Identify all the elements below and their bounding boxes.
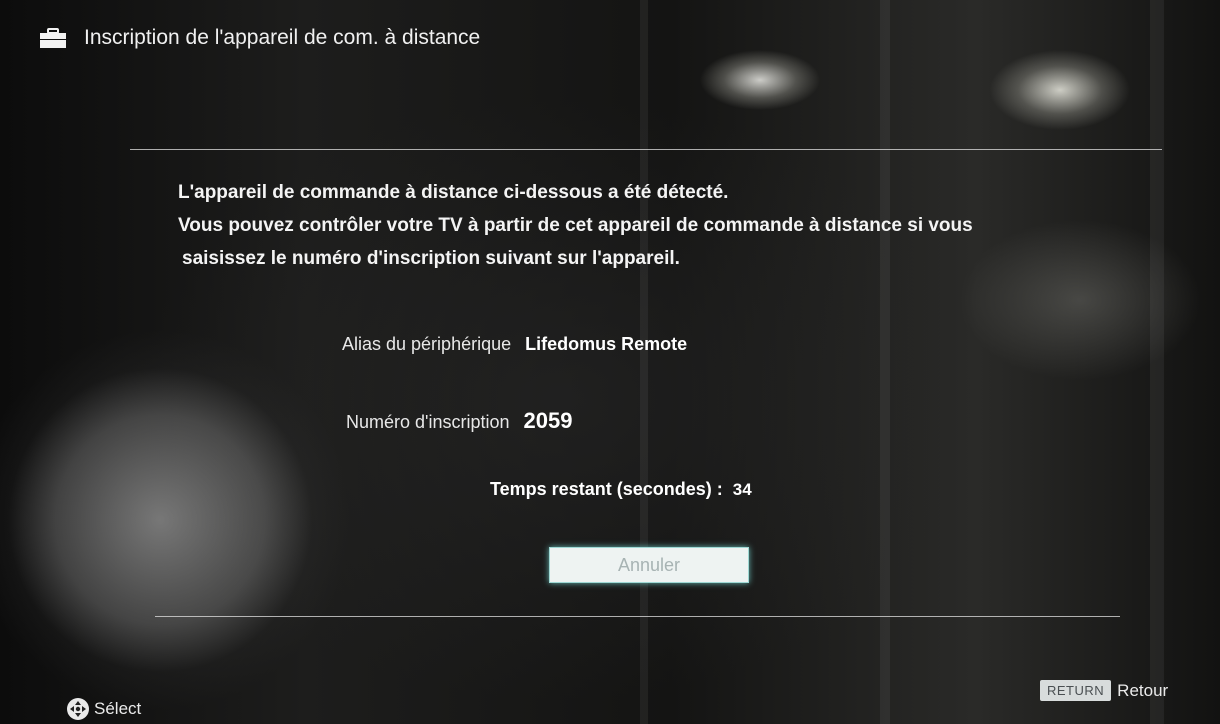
- return-key-badge: RETURN: [1040, 680, 1112, 701]
- time-remaining-row: Temps restant (secondes) : 34: [490, 479, 752, 500]
- header: Inscription de l'appareil de com. à dist…: [40, 26, 480, 50]
- select-label: Sélect: [94, 699, 142, 718]
- registration-number-value: 2059: [523, 408, 573, 433]
- detection-message: L'appareil de commande à distance ci-des…: [178, 176, 973, 275]
- message-line-2: Vous pouvez contrôler votre TV à partir …: [178, 215, 973, 236]
- registration-number-row: Numéro d'inscription 2059: [346, 408, 572, 434]
- device-alias-row: Alias du périphérique Lifedomus Remote: [342, 334, 687, 355]
- toolbox-icon: [40, 28, 66, 48]
- tv-screen: Inscription de l'appareil de com. à dist…: [0, 0, 1220, 724]
- footer-select-hint: Sélect: [66, 697, 141, 721]
- page-title: Inscription de l'appareil de com. à dist…: [84, 26, 481, 49]
- message-line-1: L'appareil de commande à distance ci-des…: [178, 182, 729, 203]
- device-alias-value: Lifedomus Remote: [525, 334, 688, 354]
- footer-return-hint: RETURN Retour: [1040, 680, 1168, 701]
- divider-top: [130, 149, 1162, 150]
- background-reflection: [1150, 0, 1164, 724]
- divider-bottom: [155, 616, 1120, 617]
- message-line-3: saisissez le numéro d'inscription suivan…: [182, 248, 680, 269]
- time-remaining-label: Temps restant (secondes) :: [490, 479, 723, 499]
- cancel-button[interactable]: Annuler: [549, 547, 749, 583]
- return-label: Retour: [1117, 680, 1169, 700]
- registration-number-label: Numéro d'inscription: [346, 412, 510, 432]
- device-alias-label: Alias du périphérique: [342, 334, 512, 354]
- time-remaining-value: 34: [732, 480, 752, 499]
- dpad-icon: [67, 698, 89, 720]
